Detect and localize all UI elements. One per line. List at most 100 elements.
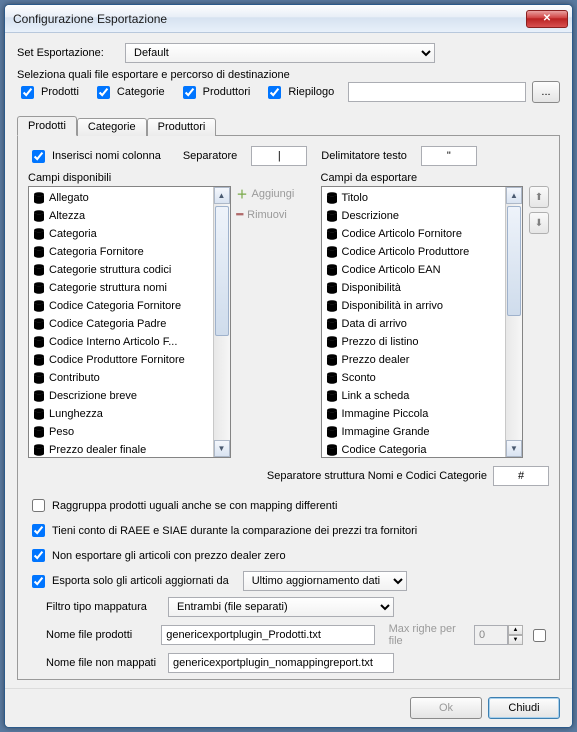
list-item[interactable]: Categorie struttura codici [29, 261, 213, 279]
available-fields-label: Campi disponibili [28, 172, 231, 184]
updated-since-select[interactable]: Ultimo aggiornamento dati [243, 571, 407, 591]
list-item[interactable]: Prezzo dealer finale [29, 441, 213, 457]
separator-input[interactable] [251, 146, 307, 166]
list-item[interactable]: Codice Articolo EAN [322, 261, 506, 279]
chk-max-rows[interactable] [533, 629, 546, 642]
text-delimiter-label: Delimitatore testo [321, 150, 407, 162]
list-item[interactable]: Allegato [29, 189, 213, 207]
database-icon [326, 390, 338, 402]
list-item[interactable]: Lunghezza [29, 405, 213, 423]
database-icon [326, 318, 338, 330]
database-icon [33, 354, 45, 366]
export-fields-list[interactable]: TitoloDescrizioneCodice Articolo Fornito… [321, 186, 524, 458]
database-icon [33, 192, 45, 204]
list-item[interactable]: Disponibilità [322, 279, 506, 297]
tab-categorie[interactable]: Categorie [77, 118, 147, 136]
chk-raee-siae[interactable]: Tieni conto di RAEE e SIAE durante la co… [28, 521, 541, 540]
struct-separator-label: Separatore struttura Nomi e Codici Categ… [267, 470, 487, 482]
list-item[interactable]: Codice Categoria [322, 441, 506, 457]
list-item[interactable]: Codice Articolo Fornitore [322, 225, 506, 243]
add-button[interactable]: ＋ Aggiungi [237, 186, 295, 202]
database-icon [33, 246, 45, 258]
mapping-filter-label: Filtro tipo mappatura [46, 601, 162, 613]
list-item[interactable]: Categoria Fornitore [29, 243, 213, 261]
list-item[interactable]: Prezzo di listino [322, 333, 506, 351]
select-files-label: Seleziona quali file esportare e percors… [17, 69, 560, 81]
remove-button[interactable]: ━ Rimuovi [237, 208, 287, 221]
database-icon [326, 408, 338, 420]
scrollbar[interactable]: ▲▼ [213, 187, 230, 457]
move-down-button[interactable]: ⬇ [529, 212, 549, 234]
minus-icon: ━ [237, 208, 244, 221]
chk-group-products[interactable]: Raggruppa prodotti uguali anche se con m… [28, 496, 541, 515]
available-fields-list[interactable]: AllegatoAltezzaCategoriaCategoria Fornit… [28, 186, 231, 458]
max-rows-spinner[interactable]: ▲▼ [474, 625, 523, 645]
database-icon [33, 300, 45, 312]
file-unmapped-input[interactable] [168, 653, 394, 673]
tab-prodotti[interactable]: Prodotti [17, 116, 77, 136]
list-item[interactable]: Peso [29, 423, 213, 441]
export-config-window: Configurazione Esportazione ✕ Set Esport… [4, 4, 573, 728]
database-icon [326, 210, 338, 222]
database-icon [33, 408, 45, 420]
set-export-select[interactable]: Default [125, 43, 435, 63]
destination-path-input[interactable] [348, 82, 526, 102]
list-item[interactable]: Contributo [29, 369, 213, 387]
struct-separator-input[interactable] [493, 466, 549, 486]
database-icon [326, 354, 338, 366]
chk-categorie[interactable]: Categorie [93, 83, 165, 102]
database-icon [326, 372, 338, 384]
list-item[interactable]: Titolo [322, 189, 506, 207]
list-item[interactable]: Codice Produttore Fornitore [29, 351, 213, 369]
separator-label: Separatore [183, 150, 237, 162]
database-icon [33, 372, 45, 384]
set-export-label: Set Esportazione: [17, 47, 119, 59]
chk-produttori[interactable]: Produttori [179, 83, 251, 102]
list-item[interactable]: Altezza [29, 207, 213, 225]
list-item[interactable]: Descrizione [322, 207, 506, 225]
database-icon [33, 444, 45, 456]
close-icon[interactable]: ✕ [526, 10, 568, 28]
database-icon [33, 228, 45, 240]
database-icon [326, 264, 338, 276]
export-fields-label: Campi da esportare [321, 172, 524, 184]
browse-button[interactable]: ... [532, 81, 560, 103]
database-icon [33, 210, 45, 222]
database-icon [326, 228, 338, 240]
database-icon [33, 426, 45, 438]
list-item[interactable]: Categorie struttura nomi [29, 279, 213, 297]
database-icon [33, 336, 45, 348]
list-item[interactable]: Codice Categoria Fornitore [29, 297, 213, 315]
plus-icon: ＋ [237, 186, 248, 202]
scrollbar[interactable]: ▲▼ [505, 187, 522, 457]
list-item[interactable]: Sconto [322, 369, 506, 387]
list-item[interactable]: Descrizione breve [29, 387, 213, 405]
move-up-button[interactable]: ⬆ [529, 186, 549, 208]
list-item[interactable]: Codice Articolo Produttore [322, 243, 506, 261]
chk-riepilogo[interactable]: Riepilogo [264, 83, 334, 102]
list-item[interactable]: Data di arrivo [322, 315, 506, 333]
window-title: Configurazione Esportazione [13, 12, 526, 26]
list-item[interactable]: Immagine Grande [322, 423, 506, 441]
database-icon [33, 282, 45, 294]
list-item[interactable]: Prezzo dealer [322, 351, 506, 369]
database-icon [33, 318, 45, 330]
list-item[interactable]: Codice Categoria Padre [29, 315, 213, 333]
list-item[interactable]: Categoria [29, 225, 213, 243]
list-item[interactable]: Codice Interno Articolo F... [29, 333, 213, 351]
chk-no-zero-dealer[interactable]: Non esportare gli articoli con prezzo de… [28, 546, 541, 565]
file-products-input[interactable] [161, 625, 374, 645]
max-rows-label: Max righe per file [389, 623, 468, 647]
file-products-label: Nome file prodotti [46, 629, 155, 641]
mapping-filter-select[interactable]: Entrambi (file separati) [168, 597, 394, 617]
list-item[interactable]: Immagine Piccola [322, 405, 506, 423]
list-item[interactable]: Disponibilità in arrivo [322, 297, 506, 315]
tab-produttori[interactable]: Produttori [147, 118, 217, 136]
list-item[interactable]: Link a scheda [322, 387, 506, 405]
text-delimiter-input[interactable] [421, 146, 477, 166]
close-button[interactable]: Chiudi [488, 697, 560, 719]
chk-insert-column-names[interactable]: Inserisci nomi colonna [28, 147, 161, 166]
ok-button[interactable]: Ok [410, 697, 482, 719]
chk-only-updated[interactable]: Esporta solo gli articoli aggiornati da [28, 572, 229, 591]
chk-prodotti[interactable]: Prodotti [17, 83, 79, 102]
